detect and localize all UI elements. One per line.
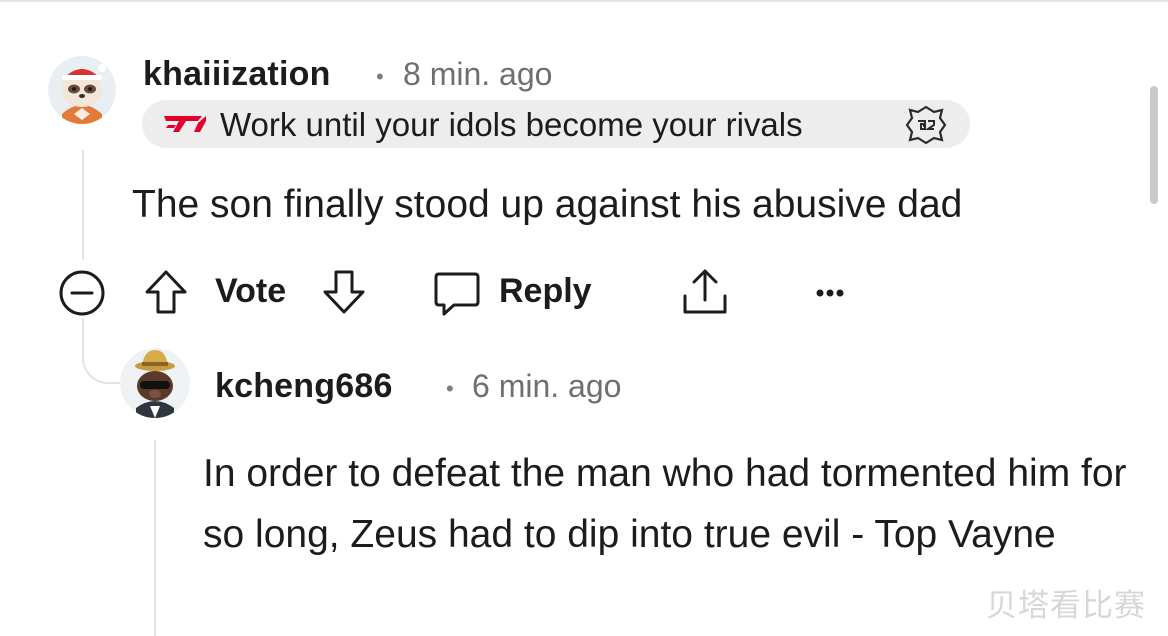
thread-line[interactable] bbox=[82, 150, 84, 260]
minus-circle-icon bbox=[59, 270, 105, 316]
reply-thread-line[interactable] bbox=[154, 440, 156, 636]
user-flair: Work until your idols become your rivals bbox=[142, 100, 970, 148]
upvote-button[interactable] bbox=[143, 268, 189, 321]
t1-logo-icon bbox=[162, 113, 208, 140]
meta-separator: • bbox=[376, 64, 384, 89]
vote-label: Vote bbox=[215, 272, 287, 310]
arrow-down-icon bbox=[323, 270, 365, 314]
flair-text: Work until your idols become your rivals bbox=[220, 106, 803, 143]
comment-bubble-icon bbox=[434, 272, 480, 316]
top-divider bbox=[0, 0, 1168, 2]
reply-user-avatar[interactable] bbox=[120, 348, 190, 418]
pug-avatar-icon bbox=[120, 348, 190, 418]
share-icon bbox=[683, 269, 727, 314]
scrollbar[interactable] bbox=[1150, 86, 1158, 204]
reply-username[interactable]: kcheng686 bbox=[215, 367, 393, 406]
comment-body: The son finally stood up against his abu… bbox=[132, 183, 963, 226]
share-button[interactable] bbox=[680, 266, 730, 323]
sloth-avatar-icon bbox=[48, 56, 116, 124]
g2-logo-icon bbox=[904, 104, 948, 151]
ellipsis-icon bbox=[816, 289, 844, 297]
reply-timestamp[interactable]: 6 min. ago bbox=[472, 368, 621, 405]
reply-body: In order to defeat the man who had torme… bbox=[203, 452, 1127, 556]
watermark: 贝塔看比赛 bbox=[986, 588, 1146, 624]
collapse-thread-button[interactable] bbox=[58, 269, 106, 317]
reply-label: Reply bbox=[499, 272, 592, 310]
meta-separator: • bbox=[446, 376, 454, 401]
reply-button[interactable]: Reply bbox=[432, 268, 602, 320]
comment-username[interactable]: khaiiization bbox=[143, 55, 331, 94]
user-avatar[interactable] bbox=[48, 56, 116, 124]
arrow-up-icon bbox=[145, 270, 187, 314]
comment-timestamp[interactable]: 8 min. ago bbox=[403, 56, 552, 93]
more-options-button[interactable] bbox=[812, 278, 848, 313]
downvote-button[interactable] bbox=[321, 268, 367, 321]
